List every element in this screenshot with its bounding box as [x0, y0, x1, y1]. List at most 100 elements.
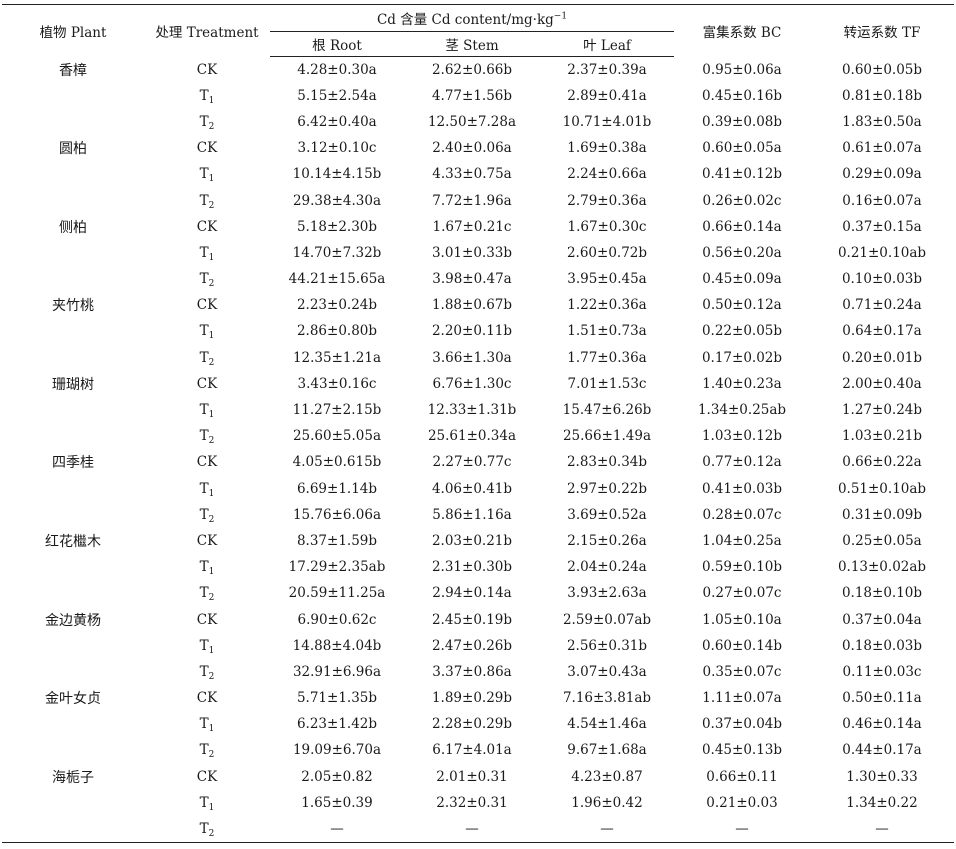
root-cd-cell: 44.21±15.65a — [288, 271, 386, 288]
bc-cell: 0.35±0.07c — [702, 663, 782, 680]
header-plant: 植物 Plant — [39, 24, 107, 41]
root-cd-cell: 5.71±1.35b — [296, 690, 378, 707]
treatment-label: T — [199, 480, 209, 497]
table-row: 圆柏 CK 3.12±0.10c 2.40±0.06a 1.69±0.38a 0.60±0… — [2, 135, 954, 161]
plant-cell — [2, 240, 144, 266]
leaf-cd-cell: 2.37±0.39a — [567, 61, 647, 78]
table-row: T2 44.21±15.65a 3.98±0.47a 3.95±0.45a 0.45±0… — [2, 266, 954, 292]
treatment-subscript: 2 — [208, 828, 215, 839]
stem-cd-cell: 4.06±0.41b — [431, 480, 513, 497]
leaf-cd-cell: 3.07±0.43a — [567, 663, 647, 680]
treatment-label: T — [199, 428, 209, 445]
table-row: 香樟 CK 4.28±0.30a 2.62±0.66b 2.37±0.39a 0.95±0… — [2, 57, 954, 83]
plant-cell — [2, 737, 144, 763]
stem-cd-cell: 3.01±0.33b — [431, 244, 513, 261]
table-row: 珊瑚树 CK 3.43±0.16c 6.76±1.30c 7.01±1.53c 1.40±… — [2, 371, 954, 397]
treatment-cell: T2 — [144, 345, 270, 371]
stem-cd-cell: 3.66±1.30a — [432, 349, 512, 366]
stem-cd-cell: 2.27±0.77c — [432, 454, 512, 471]
table-row: T1 14.70±7.32b 3.01±0.33b 2.60±0.72b 0.56±0.… — [2, 240, 954, 266]
treatment-label: T — [199, 166, 209, 183]
root-cd-cell: 3.43±0.16c — [297, 375, 377, 392]
root-cd-cell: 25.60±5.05a — [292, 428, 382, 445]
leaf-cd-cell: — — [540, 815, 674, 843]
leaf-cd-cell: 4.23±0.87 — [571, 768, 643, 785]
treatment-cell: CK — [144, 371, 270, 397]
bc-cell: 0.21±0.03 — [706, 794, 778, 811]
stem-cd-cell: 7.72±1.96a — [432, 192, 512, 209]
table-body: 香樟 CK 4.28±0.30a 2.62±0.66b 2.37±0.39a 0.95±0… — [2, 57, 954, 843]
treatment-label: T — [199, 192, 209, 209]
treatment-cell: T2 — [144, 580, 270, 606]
leaf-cd-cell: 3.93±2.63a — [567, 585, 647, 602]
treatment-cell: CK — [144, 57, 270, 83]
leaf-cd-cell: 1.51±0.73a — [567, 323, 647, 340]
cd-content-table: 植物 Plant 处理 Treatment Cd 含量 Cd content/m… — [2, 4, 954, 843]
plant-cell: 夹竹桃 — [52, 298, 94, 315]
tf-cell: 0.44±0.17a — [842, 742, 922, 759]
treatment-subscript: 1 — [208, 645, 215, 656]
root-cd-cell: 5.15±2.54a — [297, 87, 377, 104]
treatment-label: T — [199, 820, 209, 837]
root-cd-cell: 29.38±4.30a — [292, 192, 382, 209]
leaf-cd-cell: 3.95±0.45a — [567, 271, 647, 288]
table-row: T1 5.15±2.54a 4.77±1.56b 2.89±0.41a 0.45±0.1… — [2, 83, 954, 109]
bc-cell: 0.45±0.13b — [701, 742, 783, 759]
header-bc: 富集系数 BC — [702, 24, 782, 41]
root-cd-cell: 8.37±1.59b — [296, 532, 378, 549]
treatment-label: CK — [196, 768, 218, 785]
root-cd-cell: 2.86±0.80b — [296, 323, 378, 340]
bc-cell: 0.41±0.12b — [701, 166, 783, 183]
tf-cell: 0.46±0.14a — [842, 716, 922, 733]
treatment-label: T — [199, 585, 209, 602]
table-row: T2 32.91±6.96a 3.37±0.86a 3.07±0.43a 0.35±0.… — [2, 659, 954, 685]
bc-cell: 0.50±0.12a — [702, 297, 782, 314]
bc-cell: 1.40±0.23a — [702, 375, 782, 392]
treatment-subscript: 1 — [208, 724, 215, 735]
table-row: T2 15.76±6.06a 5.86±1.16a 3.69±0.52a 0.28±0.… — [2, 502, 954, 528]
treatment-subscript: 2 — [208, 436, 215, 447]
treatment-cell: T2 — [144, 266, 270, 292]
bc-cell: 1.34±0.25ab — [697, 402, 787, 419]
root-cd-cell: 2.05±0.82 — [301, 768, 373, 785]
treatment-cell: T2 — [144, 502, 270, 528]
tf-cell: 0.61±0.07a — [842, 140, 922, 157]
treatment-cell: T1 — [144, 240, 270, 266]
bc-cell: 0.45±0.09a — [702, 271, 782, 288]
bc-cell: 0.95±0.06a — [702, 61, 782, 78]
leaf-cd-cell: 7.01±1.53c — [567, 375, 647, 392]
bc-cell: 1.11±0.07a — [702, 690, 782, 707]
root-cd-cell: 11.27±2.15b — [292, 402, 382, 419]
plant-cell — [2, 554, 144, 580]
leaf-cd-cell: 9.67±1.68a — [567, 742, 647, 759]
treatment-cell: T1 — [144, 633, 270, 659]
stem-cd-cell: 2.62±0.66b — [431, 61, 513, 78]
treatment-subscript: 2 — [208, 279, 215, 290]
treatment-subscript: 1 — [208, 410, 215, 421]
stem-cd-cell: 5.86±1.16a — [432, 506, 512, 523]
tf-cell: 0.21±0.10ab — [837, 244, 927, 261]
treatment-subscript: 1 — [208, 95, 215, 106]
treatment-subscript: 1 — [208, 331, 215, 342]
stem-cd-cell: 2.01±0.31 — [436, 768, 508, 785]
leaf-cd-cell: 2.59±0.07ab — [562, 611, 652, 628]
treatment-label: T — [199, 323, 209, 340]
plant-cell — [2, 790, 144, 816]
treatment-cell: T2 — [144, 815, 270, 843]
table-row: T1 1.65±0.39 2.32±0.31 1.96±0.42 0.21±0.03 1.… — [2, 790, 954, 816]
table-row: T2 25.60±5.05a 25.61±0.34a 25.66±1.49a 1.03±… — [2, 423, 954, 449]
tf-cell: 0.64±0.17a — [842, 323, 922, 340]
plant-cell: 金边黄杨 — [45, 612, 101, 629]
treatment-cell: T1 — [144, 790, 270, 816]
table-row: 金叶女贞 CK 5.71±1.35b 1.89±0.29b 7.16±3.81ab 1.1… — [2, 685, 954, 711]
treatment-cell: T2 — [144, 737, 270, 763]
tf-cell: 1.30±0.33 — [846, 768, 918, 785]
table-row: T2— — — — — — [2, 815, 954, 843]
header-treatment: 处理 Treatment — [155, 24, 259, 41]
bc-cell: — — [674, 815, 810, 843]
root-cd-cell: 4.05±0.615b — [292, 454, 382, 471]
bc-cell: 0.27±0.07c — [702, 585, 782, 602]
bc-cell: 0.22±0.05b — [701, 323, 783, 340]
plant-cell — [2, 633, 144, 659]
root-cd-cell: — — [270, 815, 404, 843]
